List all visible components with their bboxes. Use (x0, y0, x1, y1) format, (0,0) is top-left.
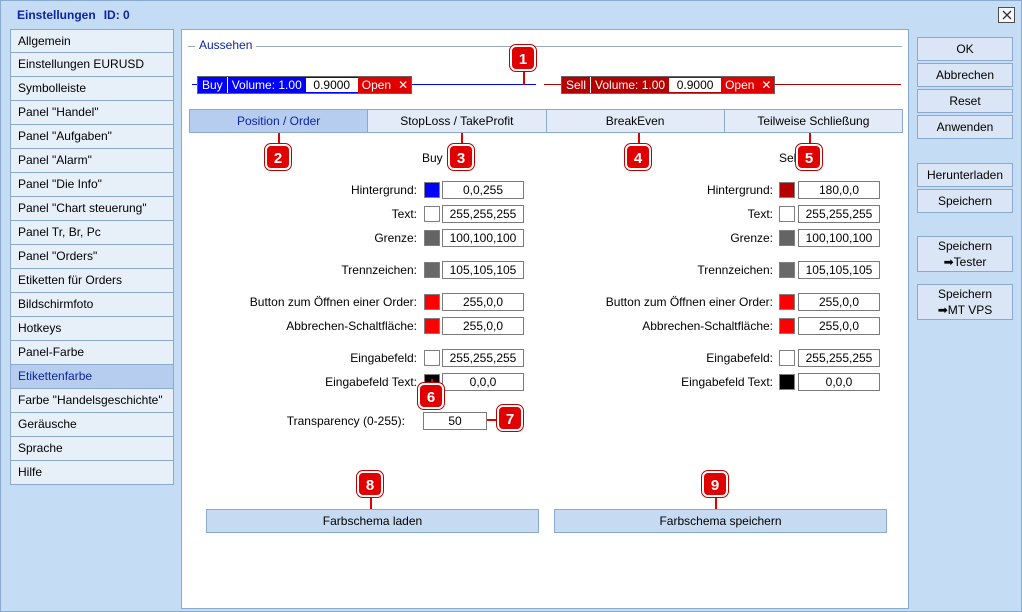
sell-volume-text: Volume: 1.00 (595, 78, 666, 92)
window-title: Einstellungen ID: 0 (17, 8, 130, 22)
label-tabs: Position / Order StopLoss / TakeProfit B… (189, 109, 903, 133)
cancel-button[interactable]: Abbrechen (917, 63, 1013, 87)
sidebar-item[interactable]: Panel "Alarm" (10, 149, 174, 173)
sidebar-item[interactable]: Panel "Handel" (10, 101, 174, 125)
save-to-tester-button[interactable]: Speichern ➡Tester (917, 236, 1013, 272)
settings-panel: Aussehen Buy Volume: 1.00 0.9000 Open ✕ … (181, 29, 909, 609)
buy-side-text: Buy (198, 77, 228, 93)
callout-badge-7: 7 (497, 405, 523, 431)
sell-row-label: Text: (747, 207, 773, 221)
sidebar-item[interactable]: Panel "Chart steuerung" (10, 197, 174, 221)
sidebar-item[interactable]: Panel "Orders" (10, 245, 174, 269)
sell-cancel-button[interactable]: ✕ (758, 77, 775, 93)
sidebar-item[interactable]: Panel "Aufgaben" (10, 125, 174, 149)
settings-window: Einstellungen ID: 0 Allgemein Einstellunge… (0, 0, 1022, 612)
sidebar-item[interactable]: Einstellungen EURUSD (10, 53, 174, 77)
sell-row-label: Button zum Öffnen einer Order: (605, 295, 773, 309)
section-legend: Aussehen (195, 38, 257, 52)
transparency-input[interactable]: 50 (423, 412, 487, 430)
sell-color-swatch[interactable] (779, 262, 795, 278)
sell-color-swatch[interactable] (779, 318, 795, 334)
close-button[interactable] (998, 7, 1015, 23)
callout-badge-8: 8 (357, 471, 383, 497)
close-icon: ✕ (761, 78, 772, 92)
sidebar-item[interactable]: Symbolleiste (10, 77, 174, 101)
save-to-vps-line1: Speichern (937, 287, 993, 301)
sell-color-input[interactable]: 255,0,0 (798, 293, 880, 311)
buy-open-button[interactable]: Open (357, 77, 396, 93)
save-to-vps-button[interactable]: Speichern ➡MT VPS (917, 284, 1013, 320)
sell-color-swatch[interactable] (779, 230, 795, 246)
save-color-scheme-button[interactable]: Farbschema speichern (554, 509, 887, 533)
sell-color-swatch[interactable] (779, 374, 795, 390)
sidebar-item[interactable]: Farbe "Handelsgeschichte" (10, 389, 174, 413)
sell-color-swatch[interactable] (779, 182, 795, 198)
callout-badge-2: 2 (265, 144, 291, 170)
sell-row-label: Hintergrund: (706, 183, 773, 197)
sell-color-input[interactable]: 105,105,105 (798, 261, 880, 279)
sell-color-input[interactable]: 255,255,255 (798, 349, 880, 367)
sidebar-item[interactable]: Bildschirmfoto (10, 293, 174, 317)
sell-color-swatch[interactable] (779, 294, 795, 310)
save-to-vps-line2: ➡MT VPS (937, 303, 993, 317)
sidebar-item[interactable]: Panel-Farbe (10, 341, 174, 365)
sell-color-swatch[interactable] (779, 206, 795, 222)
sell-color-input[interactable]: 255,255,255 (798, 205, 880, 223)
callout-badge-6: 6 (418, 383, 444, 409)
sell-open-button[interactable]: Open (721, 77, 759, 93)
sidebar-item[interactable]: Panel "Die Info" (10, 173, 174, 197)
sidebar-item[interactable]: Etikettenfarbe (10, 365, 174, 389)
window-title-text: Einstellungen (17, 8, 96, 22)
save-to-tester-line2: ➡Tester (943, 255, 987, 269)
sell-row-label: Eingabefeld Text: (681, 375, 773, 389)
tab-partial-close[interactable]: Teilweise Schließung (724, 110, 902, 132)
sell-color-input[interactable]: 255,0,0 (798, 317, 880, 335)
tab-stoploss-takeprofit[interactable]: StopLoss / TakeProfit (368, 110, 547, 132)
sidebar-item[interactable]: Etiketten für Orders (10, 269, 174, 293)
sidebar-item[interactable]: Hilfe (10, 461, 174, 485)
sidebar-item[interactable]: Allgemein (10, 29, 174, 53)
window-id-label: ID: 0 (103, 8, 130, 22)
ok-button[interactable]: OK (917, 37, 1013, 61)
sell-price-field[interactable]: 0.9000 (669, 78, 722, 92)
save-to-tester-line1: Speichern (937, 239, 993, 253)
callout-badge-1: 1 (510, 45, 536, 71)
tab-position-order[interactable]: Position / Order (190, 110, 369, 132)
download-button[interactable]: Herunterladen (917, 163, 1013, 187)
sell-color-swatch[interactable] (779, 350, 795, 366)
apply-button[interactable]: Anwenden (917, 115, 1013, 139)
sell-color-input[interactable]: 180,0,0 (798, 181, 880, 199)
close-icon: ✕ (398, 78, 409, 92)
callout-badge-9: 9 (702, 471, 728, 497)
sell-color-input[interactable]: 0,0,0 (798, 373, 880, 391)
sell-side-text: Sell (562, 77, 592, 93)
sell-row-label: Eingabefeld: (706, 351, 773, 365)
transparency-label: Transparency (0-255): (286, 414, 405, 428)
buy-column-header: Buy (422, 151, 443, 165)
sidebar-item[interactable]: Geräusche (10, 413, 174, 437)
settings-sidebar: Allgemein Einstellungen EURUSD Symbolleist… (10, 29, 174, 485)
buy-price-field[interactable]: 0.9000 (305, 78, 358, 92)
callout-badge-3: 3 (448, 144, 474, 170)
load-color-scheme-button[interactable]: Farbschema laden (206, 509, 539, 533)
sidebar-item[interactable]: Panel Tr, Br, Pc (10, 221, 174, 245)
sell-preview-label: Sell Volume: 1.00 0.9000 Open ✕ (561, 76, 776, 94)
close-icon (1002, 10, 1011, 20)
sell-row-label: Abbrechen-Schaltfläche: (642, 319, 773, 333)
callout-badge-5: 5 (796, 144, 822, 170)
sell-row-label: Grenze: (730, 231, 773, 245)
tab-breakeven[interactable]: BreakEven (546, 110, 725, 132)
sidebar-item[interactable]: Sprache (10, 437, 174, 461)
buy-cancel-button[interactable]: ✕ (395, 77, 412, 93)
buy-preview-label: Buy Volume: 1.00 0.9000 Open ✕ (197, 76, 413, 94)
callout-badge-4: 4 (625, 144, 651, 170)
section-divider (188, 46, 902, 47)
sell-color-input[interactable]: 100,100,100 (798, 229, 880, 247)
sidebar-item[interactable]: Hotkeys (10, 317, 174, 341)
reset-button[interactable]: Reset (917, 89, 1013, 113)
save-button[interactable]: Speichern (917, 189, 1013, 213)
sell-row-label: Trennzeichen: (697, 263, 773, 277)
buy-volume-text: Volume: 1.00 (231, 78, 302, 92)
